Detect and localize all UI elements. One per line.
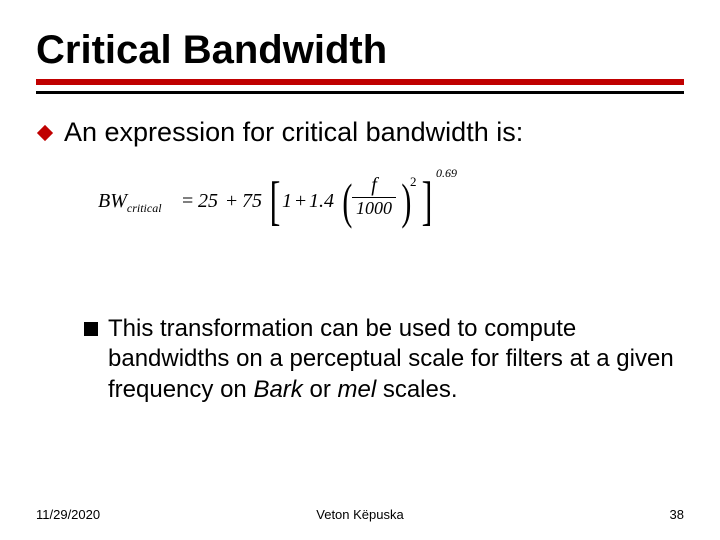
title-rule-red (36, 79, 684, 85)
formula: BWcritical = 25 + 75 [ 1 + 1.4 ( f 1000 … (98, 166, 684, 234)
formula-const1: 25 (198, 190, 218, 213)
formula-rbracket: ] (422, 170, 433, 232)
formula-numerator: f (352, 174, 396, 197)
formula-coef: 1.4 (309, 190, 334, 213)
bullet-level1-text: An expression for critical bandwidth is: (64, 116, 523, 150)
bullet-level2-text: This transformation can be used to compu… (108, 314, 684, 406)
sub-text-em2: mel (337, 376, 376, 403)
formula-fraction: f 1000 (352, 174, 396, 219)
footer-date: 11/29/2020 (36, 507, 100, 522)
formula-square: 2 (410, 174, 417, 190)
slide: Critical Bandwidth An expression for cri… (0, 0, 720, 540)
formula-lbracket: [ (270, 170, 281, 232)
title-rule-black (36, 91, 684, 94)
formula-subscript: critical (127, 201, 162, 215)
formula-container: BWcritical = 25 + 75 [ 1 + 1.4 ( f 1000 … (36, 166, 684, 234)
formula-denominator: 1000 (352, 197, 396, 219)
sub-text-mid: or (303, 376, 338, 403)
formula-one: 1 (282, 190, 292, 213)
bullet-level1: An expression for critical bandwidth is: (36, 116, 684, 150)
formula-var: BW (98, 190, 127, 212)
sub-text-post: scales. (376, 376, 457, 403)
sub-text-em1: Bark (253, 376, 302, 403)
slide-title: Critical Bandwidth (36, 28, 684, 73)
formula-eq: = (182, 190, 193, 213)
footer-page: 38 (670, 507, 684, 522)
square-bullet-icon (84, 322, 98, 336)
formula-plus2: + (295, 190, 306, 213)
footer: 11/29/2020 Veton Këpuska 38 (36, 507, 684, 522)
bullet-level2: This transformation can be used to compu… (36, 314, 684, 406)
formula-lparen: ( (342, 172, 352, 230)
footer-author: Veton Këpuska (316, 507, 403, 522)
formula-plus1: + (226, 190, 237, 213)
diamond-bullet-icon (36, 124, 54, 142)
formula-const2: 75 (242, 190, 262, 213)
formula-lhs: BWcritical (98, 190, 162, 216)
formula-exponent: 0.69 (436, 166, 457, 181)
